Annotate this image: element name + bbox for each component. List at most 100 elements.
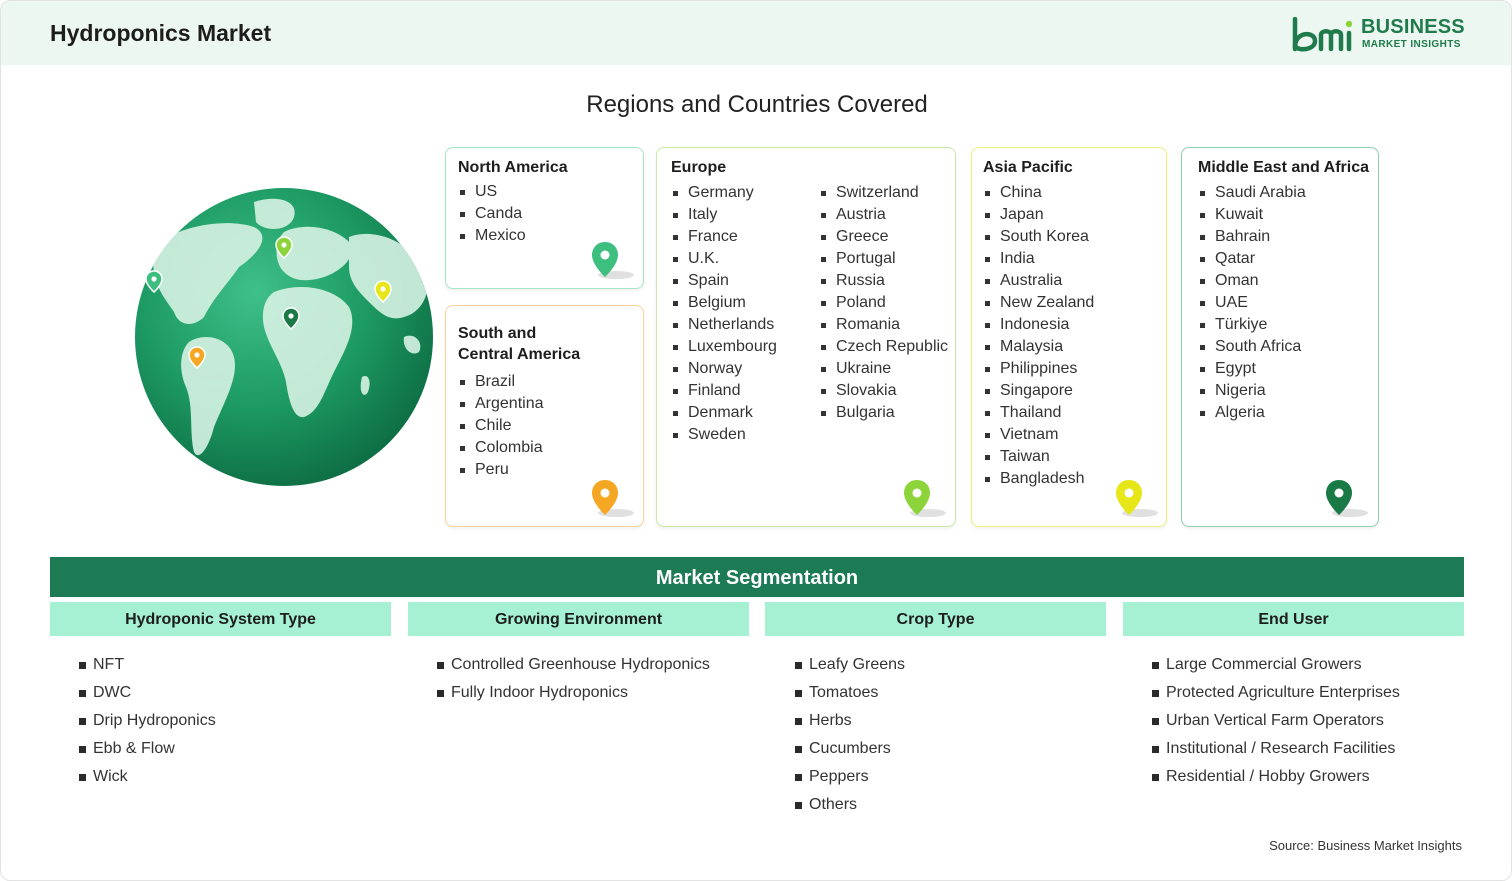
header-bar: Hydroponics Market BUSINESS MARKET INSIG… bbox=[1, 1, 1511, 65]
region-name: Europe bbox=[671, 159, 727, 176]
country-item: Malaysia bbox=[983, 336, 1094, 358]
segment-item: Ebb & Flow bbox=[79, 737, 216, 765]
segment-item: Residential / Hobby Growers bbox=[1152, 765, 1400, 793]
region-card-south-central-america: South and Central America Brazil Argenti… bbox=[445, 305, 644, 527]
country-item: Canda bbox=[458, 203, 526, 225]
segment-item: NFT bbox=[79, 653, 216, 681]
region-name: North America bbox=[458, 159, 568, 176]
infographic-frame: Hydroponics Market BUSINESS MARKET INSIG… bbox=[0, 0, 1512, 881]
location-pin-icon bbox=[592, 480, 634, 517]
segment-item: Tomatoes bbox=[795, 681, 905, 709]
country-list-col-2: Switzerland Austria Greece Portugal Russ… bbox=[819, 182, 948, 424]
segment-item: DWC bbox=[79, 681, 216, 709]
country-item: Oman bbox=[1198, 270, 1306, 292]
segment-item: Cucumbers bbox=[795, 737, 905, 765]
region-name-line-1: South and bbox=[458, 325, 537, 342]
page-title: Hydroponics Market bbox=[50, 20, 272, 46]
segment-item: Drip Hydroponics bbox=[79, 709, 216, 737]
country-item: Denmark bbox=[671, 402, 777, 424]
country-item: Peru bbox=[458, 459, 544, 481]
country-item: China bbox=[983, 182, 1094, 204]
segment-header-growing-environment: Growing Environment bbox=[408, 602, 749, 636]
country-item: Russia bbox=[819, 270, 948, 292]
regions-title: Regions and Countries Covered bbox=[586, 91, 928, 118]
country-item: Portugal bbox=[819, 248, 948, 270]
region-card-north-america: North America US Canda Mexico bbox=[445, 147, 644, 289]
country-list: Brazil Argentina Chile Colombia Peru bbox=[458, 371, 544, 481]
country-item: Italy bbox=[671, 204, 777, 226]
country-list: Saudi Arabia Kuwait Bahrain Qatar Oman U… bbox=[1198, 182, 1306, 424]
country-item: Sweden bbox=[671, 424, 777, 446]
location-pin-icon bbox=[1116, 480, 1158, 517]
country-item: Chile bbox=[458, 415, 544, 437]
country-item: India bbox=[983, 248, 1094, 270]
segment-item: Controlled Greenhouse Hydroponics bbox=[437, 653, 710, 681]
country-item: Romania bbox=[819, 314, 948, 336]
segment-item: Leafy Greens bbox=[795, 653, 905, 681]
country-item: Bangladesh bbox=[983, 468, 1094, 490]
country-item: Thailand bbox=[983, 402, 1094, 424]
country-item: Netherlands bbox=[671, 314, 777, 336]
country-item: Japan bbox=[983, 204, 1094, 226]
country-item: U.K. bbox=[671, 248, 777, 270]
country-item: Algeria bbox=[1198, 402, 1306, 424]
country-item: South Africa bbox=[1198, 336, 1306, 358]
country-item: Belgium bbox=[671, 292, 777, 314]
country-item: Indonesia bbox=[983, 314, 1094, 336]
country-item: Bahrain bbox=[1198, 226, 1306, 248]
region-name-line-2: Central America bbox=[458, 346, 581, 363]
country-item: Türkiye bbox=[1198, 314, 1306, 336]
country-item: Vietnam bbox=[983, 424, 1094, 446]
country-item: Switzerland bbox=[819, 182, 948, 204]
segment-list-system-type: NFT DWC Drip Hydroponics Ebb & Flow Wick bbox=[79, 653, 216, 793]
country-item: Taiwan bbox=[983, 446, 1094, 468]
country-item: Norway bbox=[671, 358, 777, 380]
bmi-logo-icon bbox=[1292, 17, 1353, 52]
country-item: Argentina bbox=[458, 393, 544, 415]
country-item: Luxembourg bbox=[671, 336, 777, 358]
segment-item: Urban Vertical Farm Operators bbox=[1152, 709, 1400, 737]
region-card-asia-pacific: Asia Pacific China Japan South Korea Ind… bbox=[971, 147, 1167, 527]
country-item: Colombia bbox=[458, 437, 544, 459]
segment-item: Large Commercial Growers bbox=[1152, 653, 1400, 681]
segment-list-growing-environment: Controlled Greenhouse Hydroponics Fully … bbox=[437, 653, 710, 709]
location-pin-icon bbox=[904, 480, 946, 517]
country-item: Nigeria bbox=[1198, 380, 1306, 402]
brand-line-2: MARKET INSIGHTS bbox=[1362, 39, 1461, 50]
segment-item: Others bbox=[795, 793, 905, 821]
country-list: China Japan South Korea India Australia … bbox=[983, 182, 1094, 490]
country-item: UAE bbox=[1198, 292, 1306, 314]
region-card-europe: Europe Germany Italy France U.K. Spain B… bbox=[656, 147, 956, 527]
region-name: Asia Pacific bbox=[983, 159, 1073, 176]
segment-item: Institutional / Research Facilities bbox=[1152, 737, 1400, 765]
country-item: Slovakia bbox=[819, 380, 948, 402]
region-name: Middle East and Africa bbox=[1198, 159, 1369, 176]
location-pin-icon bbox=[592, 242, 634, 279]
segment-header-system-type: Hydroponic System Type bbox=[50, 602, 391, 636]
country-item: Greece bbox=[819, 226, 948, 248]
country-item: Australia bbox=[983, 270, 1094, 292]
country-item: Finland bbox=[671, 380, 777, 402]
country-item: Bulgaria bbox=[819, 402, 948, 424]
country-item: Ukraine bbox=[819, 358, 948, 380]
region-name: South and Central America bbox=[458, 323, 580, 365]
segment-list-crop-type: Leafy Greens Tomatoes Herbs Cucumbers Pe… bbox=[795, 653, 905, 821]
country-item: Egypt bbox=[1198, 358, 1306, 380]
source-note: Source: Business Market Insights bbox=[1269, 838, 1462, 853]
segment-header-end-user: End User bbox=[1123, 602, 1464, 636]
country-item: Kuwait bbox=[1198, 204, 1306, 226]
segment-item: Protected Agriculture Enterprises bbox=[1152, 681, 1400, 709]
country-item: Qatar bbox=[1198, 248, 1306, 270]
country-item: Austria bbox=[819, 204, 948, 226]
segment-item: Wick bbox=[79, 765, 216, 793]
country-item: Philippines bbox=[983, 358, 1094, 380]
country-item: Saudi Arabia bbox=[1198, 182, 1306, 204]
country-item: US bbox=[458, 181, 526, 203]
segment-item: Fully Indoor Hydroponics bbox=[437, 681, 710, 709]
segmentation-title-bar: Market Segmentation bbox=[50, 557, 1464, 597]
region-card-middle-east-africa: Middle East and Africa Saudi Arabia Kuwa… bbox=[1181, 147, 1379, 527]
segment-list-end-user: Large Commercial Growers Protected Agric… bbox=[1152, 653, 1400, 793]
country-list-col-1: Germany Italy France U.K. Spain Belgium … bbox=[671, 182, 777, 446]
globe-icon bbox=[135, 188, 433, 486]
country-item: Mexico bbox=[458, 225, 526, 247]
